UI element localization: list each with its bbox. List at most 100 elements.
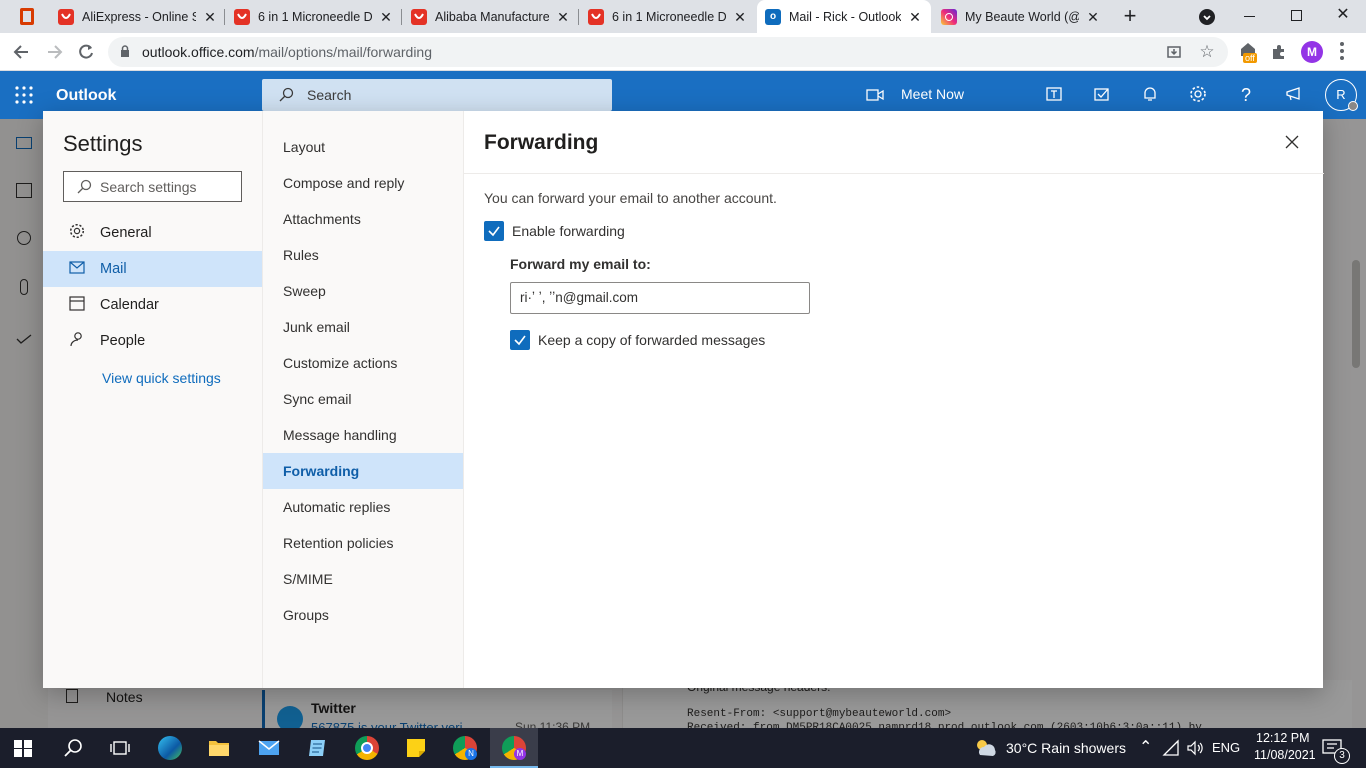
windows-start-icon[interactable] <box>14 740 32 757</box>
subitem-retention-policies[interactable]: Retention policies <box>263 525 463 561</box>
extension-badge: off <box>1243 53 1257 63</box>
edge-icon[interactable] <box>158 736 182 760</box>
profile-avatar[interactable]: M <box>1301 41 1323 63</box>
search-placeholder: Search <box>307 87 352 103</box>
pane-divider <box>464 173 1324 174</box>
instagram-icon <box>941 8 957 25</box>
search-settings-input[interactable]: Search settings <box>63 171 242 202</box>
mail-search-box[interactable]: Search <box>262 79 612 111</box>
subitem-compose-and-reply[interactable]: Compose and reply <box>263 165 463 201</box>
forward-icon[interactable] <box>44 42 64 62</box>
my-day-icon[interactable] <box>1092 85 1112 105</box>
clock-date[interactable]: 11/08/2021 <box>1254 748 1316 762</box>
minimize-window-icon[interactable] <box>1244 16 1255 17</box>
mail-settings-list: Layout Compose and reply Attachments Rul… <box>262 111 463 688</box>
url-path: /mail/options/mail/forwarding <box>254 44 432 60</box>
new-tab-button[interactable]: + <box>1119 5 1141 27</box>
category-calendar[interactable]: Calendar <box>43 287 262 323</box>
subitem-smime[interactable]: S/MIME <box>263 561 463 597</box>
chrome-profile-icon[interactable]: M <box>502 736 526 760</box>
search-icon <box>278 87 294 103</box>
teams-icon[interactable] <box>1044 85 1064 105</box>
browser-menu-icon[interactable] <box>1340 42 1344 62</box>
notepad-icon[interactable] <box>306 736 330 760</box>
close-tab-icon[interactable]: ✕ <box>202 9 218 25</box>
weather-icon[interactable] <box>974 737 998 761</box>
keep-copy-label[interactable]: Keep a copy of forwarded messages <box>538 332 765 348</box>
task-view-icon[interactable] <box>108 736 132 760</box>
subitem-junk-email[interactable]: Junk email <box>263 309 463 345</box>
close-window-icon[interactable]: ✕ <box>1334 4 1352 24</box>
meet-now-button[interactable]: Meet Now <box>901 86 964 102</box>
search-settings-placeholder: Search settings <box>100 179 197 195</box>
bookmark-star-icon[interactable]: ☆ <box>1198 42 1216 61</box>
subitem-message-handling[interactable]: Message handling <box>263 417 463 453</box>
close-tab-icon[interactable]: ✕ <box>1085 9 1101 25</box>
office-icon[interactable] <box>20 8 34 25</box>
gear-icon[interactable] <box>1188 85 1208 105</box>
subitem-attachments[interactable]: Attachments <box>263 201 463 237</box>
address-bar[interactable]: outlook.office.com/mail/options/mail/for… <box>108 37 1228 67</box>
tab-search-icon[interactable] <box>1199 9 1215 25</box>
weather-text[interactable]: 30°C Rain showers <box>1006 740 1126 756</box>
video-camera-icon[interactable] <box>866 88 884 102</box>
notification-count-badge: 3 <box>1334 748 1350 764</box>
subitem-automatic-replies[interactable]: Automatic replies <box>263 489 463 525</box>
subitem-layout[interactable]: Layout <box>263 129 463 165</box>
back-icon[interactable] <box>12 42 32 62</box>
extensions-puzzle-icon[interactable] <box>1270 43 1288 61</box>
subitem-customize-actions[interactable]: Customize actions <box>263 345 463 381</box>
volume-icon[interactable] <box>1186 739 1204 757</box>
gear-icon <box>67 223 87 243</box>
people-icon <box>67 331 87 351</box>
enable-forwarding-checkbox[interactable] <box>484 221 504 241</box>
browser-tab-active[interactable]: o Mail - Rick - Outlook ✕ <box>757 0 931 33</box>
language-indicator[interactable]: ENG <box>1212 740 1240 755</box>
search-icon[interactable] <box>62 736 86 760</box>
reload-icon[interactable] <box>76 42 96 62</box>
help-icon[interactable]: ? <box>1236 85 1256 105</box>
clock-time[interactable]: 12:12 PM <box>1256 731 1310 745</box>
enable-forwarding-label[interactable]: Enable forwarding <box>512 223 625 239</box>
browser-tab[interactable]: Alibaba Manufacturer ✕ <box>403 0 579 33</box>
browser-tab[interactable]: My Beaute World (@ ✕ <box>933 0 1109 33</box>
install-app-icon[interactable] <box>1166 44 1182 60</box>
extension-home-icon[interactable]: off <box>1238 41 1258 63</box>
subitem-sweep[interactable]: Sweep <box>263 273 463 309</box>
app-launcher-icon[interactable] <box>15 86 33 104</box>
browser-tab[interactable]: AliExpress - Online Sl ✕ <box>50 0 226 33</box>
close-tab-icon[interactable]: ✕ <box>555 9 571 25</box>
show-hidden-icons[interactable]: ⌃ <box>1139 737 1152 757</box>
subitem-sync-email[interactable]: Sync email <box>263 381 463 417</box>
chrome-icon[interactable] <box>355 736 379 760</box>
bell-icon[interactable] <box>1140 85 1160 105</box>
network-icon[interactable] <box>1162 739 1180 757</box>
feedback-icon[interactable] <box>1284 85 1304 105</box>
keep-copy-checkbox[interactable] <box>510 330 530 350</box>
forward-email-input[interactable]: ri·ʼ ʼ, ʼʼn@gmail.com <box>510 282 810 314</box>
browser-tab[interactable]: 6 in 1 Microneedle De ✕ <box>226 0 402 33</box>
sticky-notes-icon[interactable] <box>404 736 428 760</box>
close-icon[interactable] <box>1282 133 1302 153</box>
mail-app-icon[interactable] <box>257 736 281 760</box>
browser-tab[interactable]: 6 in 1 Microneedle De ✕ <box>580 0 756 33</box>
view-quick-settings-link[interactable]: View quick settings <box>102 370 221 386</box>
close-tab-icon[interactable]: ✕ <box>732 9 748 25</box>
subitem-forwarding[interactable]: Forwarding <box>263 453 463 489</box>
tab-title: 6 in 1 Microneedle De <box>612 9 726 24</box>
close-tab-icon[interactable]: ✕ <box>907 9 923 25</box>
category-people[interactable]: People <box>43 323 262 359</box>
file-explorer-icon[interactable] <box>207 736 231 760</box>
outlook-brand[interactable]: Outlook <box>56 87 116 105</box>
chrome-profile-icon[interactable]: N <box>453 736 477 760</box>
tab-title: Mail - Rick - Outlook <box>789 9 901 24</box>
close-tab-icon[interactable]: ✕ <box>378 9 394 25</box>
category-label: Calendar <box>100 297 159 313</box>
subitem-rules[interactable]: Rules <box>263 237 463 273</box>
category-general[interactable]: General <box>43 215 262 251</box>
category-mail[interactable]: Mail <box>43 251 262 287</box>
restore-window-icon[interactable] <box>1291 10 1302 21</box>
lock-icon[interactable] <box>120 45 130 58</box>
settings-categories: Settings Search settings General Mail Ca… <box>43 111 262 688</box>
subitem-groups[interactable]: Groups <box>263 597 463 633</box>
